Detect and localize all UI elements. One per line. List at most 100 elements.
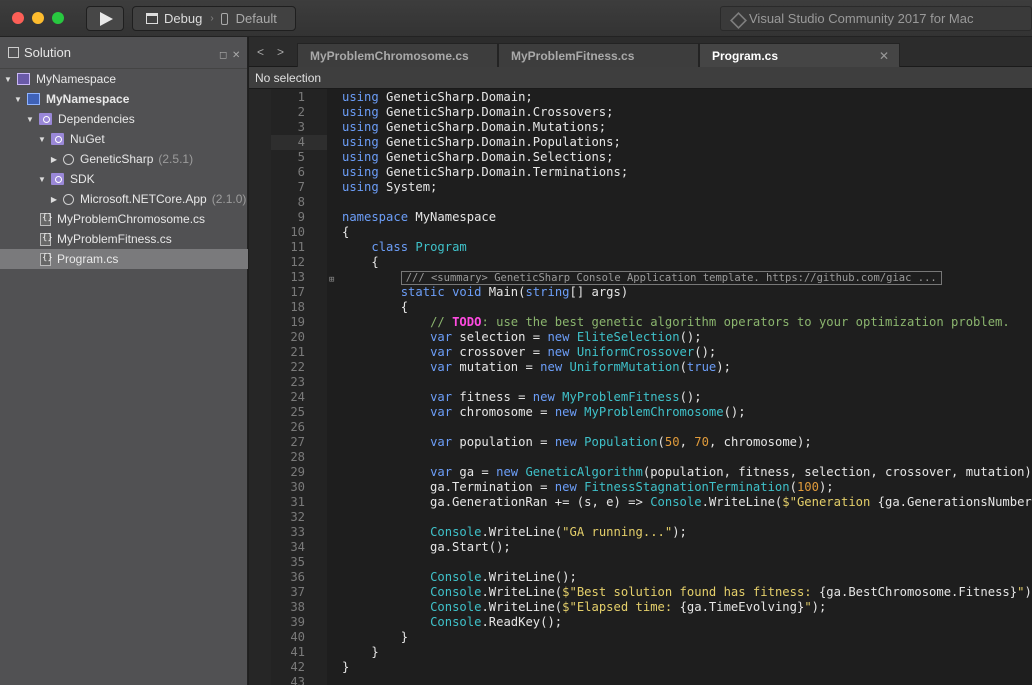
tree-item-label: MyProblemChromosome.cs bbox=[57, 212, 206, 226]
tab-program[interactable]: Program.cs ✕ bbox=[699, 43, 900, 67]
code-line: 38 Console.WriteLine($"Elapsed time: {ga… bbox=[290, 600, 827, 614]
code-line: 6 using GeneticSharp.Domain.Terminations; bbox=[297, 165, 629, 179]
run-button[interactable] bbox=[86, 6, 124, 31]
code-line: 24 var fitness = new MyProblemFitness(); bbox=[290, 390, 702, 404]
expand-arrow-icon[interactable]: ▼ bbox=[37, 135, 47, 144]
code-line: 32 bbox=[290, 510, 305, 524]
solution-pane-title: Solution bbox=[24, 45, 71, 60]
close-window-button[interactable] bbox=[12, 12, 24, 24]
code-line: 11 class Program bbox=[290, 240, 467, 254]
tree-item-dependencies[interactable]: ▼ Dependencies bbox=[0, 109, 248, 129]
code-line: 7 using System; bbox=[297, 180, 438, 194]
code-line: 13 /// <summary> GeneticSharp Console Ap… bbox=[271, 270, 1032, 285]
tab-label: MyProblemChromosome.cs bbox=[310, 49, 469, 63]
code-line: 41 } bbox=[290, 645, 379, 659]
code-line: 27 var population = new Population(50, 7… bbox=[290, 435, 812, 449]
solution-pane-icon bbox=[8, 47, 19, 58]
code-line: 43 bbox=[290, 675, 305, 685]
code-line: 31 ga.GenerationRan += (s, e) => Console… bbox=[290, 495, 1032, 509]
tree-item-label: MyNamespace bbox=[36, 72, 117, 86]
code-line: 19 // TODO: use the best genetic algorit… bbox=[290, 315, 1010, 329]
close-pane-icon[interactable]: ✕ bbox=[232, 50, 240, 61]
code-line: 36 Console.WriteLine(); bbox=[290, 570, 577, 584]
expand-arrow-icon[interactable]: ▼ bbox=[13, 95, 23, 104]
code-editor[interactable]: 1 using GeneticSharp.Domain; 2 using Genet… bbox=[249, 89, 1032, 685]
selection-status: No selection bbox=[249, 67, 1032, 89]
nuget-folder-icon bbox=[51, 133, 64, 145]
tree-item-label: SDK bbox=[70, 172, 95, 186]
collapsed-arrow-icon[interactable]: ▶ bbox=[49, 155, 59, 164]
code-line: 33 Console.WriteLine("GA running..."); bbox=[290, 525, 687, 539]
tab-label: Program.cs bbox=[712, 49, 779, 63]
code-line: 18 { bbox=[290, 300, 409, 314]
tree-item-netcore[interactable]: ▶ Microsoft.NETCore.App (2.1.0) bbox=[0, 189, 248, 209]
tree-item-file[interactable]: MyProblemChromosome.cs bbox=[0, 209, 248, 229]
csharp-file-icon bbox=[40, 212, 53, 226]
expand-arrow-icon[interactable]: ▼ bbox=[37, 175, 47, 184]
code-line: 25 var chromosome = new MyProblemChromos… bbox=[290, 405, 746, 419]
package-icon bbox=[63, 193, 74, 205]
code-line: 29 var ga = new GeneticAlgorithm(populat… bbox=[290, 465, 1032, 479]
window-icon bbox=[146, 13, 158, 24]
code-line: 28 bbox=[290, 450, 305, 464]
code-line: 30 ga.Termination = new FitnessStagnatio… bbox=[290, 480, 834, 494]
package-version: (2.1.0) bbox=[211, 192, 247, 206]
device-label: Default bbox=[235, 11, 277, 26]
editor-tab-bar: < > MyProblemChromosome.cs MyProblemFitn… bbox=[249, 37, 1032, 67]
code-line: 39 Console.ReadKey(); bbox=[290, 615, 563, 629]
tab-myproblemfitness[interactable]: MyProblemFitness.cs bbox=[498, 43, 699, 67]
code-line: 3 using GeneticSharp.Domain.Mutations; bbox=[297, 120, 607, 134]
dependencies-folder-icon bbox=[39, 113, 52, 125]
collapsed-summary-region[interactable]: /// <summary> GeneticSharp Console Appli… bbox=[400, 271, 942, 285]
minimize-window-button[interactable] bbox=[32, 12, 44, 24]
csharp-file-icon bbox=[40, 252, 53, 266]
package-version: (2.5.1) bbox=[158, 152, 194, 166]
nav-back-icon[interactable]: < bbox=[257, 45, 264, 59]
app-title: Visual Studio Community 2017 for Mac bbox=[749, 11, 974, 26]
close-tab-icon[interactable]: ✕ bbox=[879, 49, 889, 63]
solution-icon bbox=[17, 73, 30, 85]
code-line: 5 using GeneticSharp.Domain.Selections; bbox=[297, 150, 614, 164]
configuration-selector[interactable]: Debug › Default bbox=[132, 6, 296, 31]
code-line: 21 var crossover = new UniformCrossover(… bbox=[290, 345, 717, 359]
expand-arrow-icon[interactable]: ▼ bbox=[25, 115, 35, 124]
tree-item-project[interactable]: ▼ MyNamespace bbox=[0, 89, 248, 109]
app-status-box: Visual Studio Community 2017 for Mac bbox=[720, 6, 1032, 31]
tree-item-nuget[interactable]: ▼ NuGet bbox=[0, 129, 248, 149]
tree-item-sdk[interactable]: ▼ SDK bbox=[0, 169, 248, 189]
tree-item-geneticsharp[interactable]: ▶ GeneticSharp (2.5.1) bbox=[0, 149, 248, 169]
tree-item-label: GeneticSharp bbox=[80, 152, 154, 166]
collapsed-arrow-icon[interactable]: ▶ bbox=[49, 195, 59, 204]
code-line: 9 namespace MyNamespace bbox=[297, 210, 497, 224]
tree-item-label: Microsoft.NETCore.App bbox=[80, 192, 207, 206]
nav-forward-icon[interactable]: > bbox=[277, 45, 284, 59]
expand-arrow-icon[interactable]: ▼ bbox=[3, 75, 13, 84]
fold-expand-icon[interactable]: ⊞ bbox=[329, 275, 334, 285]
sdk-folder-icon bbox=[51, 173, 64, 185]
code-line: 42} bbox=[290, 660, 350, 674]
visual-studio-logo-icon bbox=[730, 12, 743, 25]
code-line: 1 using GeneticSharp.Domain; bbox=[297, 90, 533, 104]
code-line: 20 var selection = new EliteSelection(); bbox=[290, 330, 702, 344]
dock-pane-icon[interactable]: ◻ bbox=[219, 50, 227, 61]
title-bar: Debug › Default Visual Studio Community … bbox=[0, 0, 1032, 37]
tab-label: MyProblemFitness.cs bbox=[511, 49, 635, 63]
code-line: 2 using GeneticSharp.Domain.Crossovers; bbox=[297, 105, 614, 119]
tree-item-solution[interactable]: ▼ MyNamespace bbox=[0, 69, 248, 89]
maximize-window-button[interactable] bbox=[52, 12, 64, 24]
project-icon bbox=[27, 93, 40, 105]
tab-myproblemchromosome[interactable]: MyProblemChromosome.cs bbox=[297, 43, 498, 67]
device-icon bbox=[220, 12, 228, 25]
csharp-file-icon bbox=[40, 232, 53, 246]
tree-item-file[interactable]: MyProblemFitness.cs bbox=[0, 229, 248, 249]
tree-item-label: Dependencies bbox=[58, 112, 135, 126]
code-line: 8 bbox=[297, 195, 305, 209]
package-icon bbox=[63, 153, 74, 165]
configuration-label: Debug bbox=[164, 11, 203, 26]
tree-item-file-selected[interactable]: Program.cs bbox=[0, 249, 248, 269]
code-line: 23 bbox=[290, 375, 305, 389]
code-line: 4 using GeneticSharp.Domain.Populations; bbox=[297, 135, 621, 149]
tree-item-label: MyProblemFitness.cs bbox=[57, 232, 172, 246]
code-line: 10{ bbox=[290, 225, 350, 239]
solution-pane-header: Solution ◻ ✕ bbox=[0, 37, 247, 69]
